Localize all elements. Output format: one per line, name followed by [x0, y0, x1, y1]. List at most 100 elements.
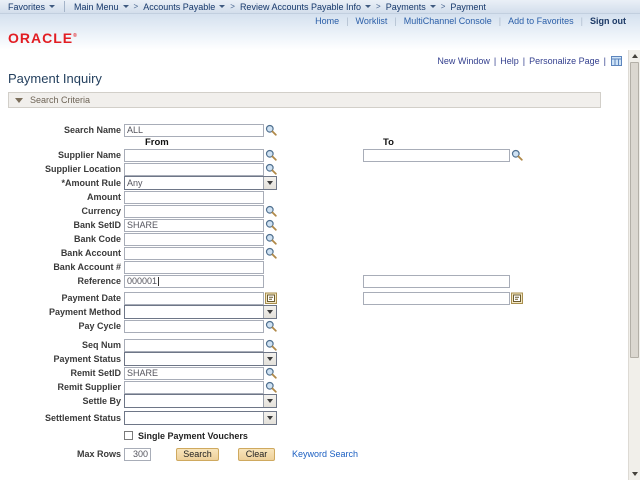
search-name-input[interactable]: ALL	[124, 124, 264, 137]
collapse-triangle-icon[interactable]	[15, 98, 23, 103]
scroll-up-button[interactable]	[629, 50, 640, 62]
bank-account-number-row: Bank Account #	[0, 260, 628, 274]
link-separator: |	[581, 16, 583, 26]
dropdown-arrow-icon[interactable]	[263, 306, 276, 318]
currency-lookup-icon[interactable]	[265, 205, 277, 217]
breadcrumb-item-payment[interactable]: Payment	[450, 2, 486, 12]
amount-rule-select[interactable]: Any	[124, 176, 277, 190]
breadcrumb-separator: >	[376, 2, 381, 11]
breadcrumb-item-review-ap-info[interactable]: Review Accounts Payable Info	[240, 2, 371, 12]
single-payment-vouchers-checkbox[interactable]	[124, 431, 133, 440]
dropdown-arrow-icon[interactable]	[263, 412, 276, 424]
bank-account-label: Bank Account	[0, 248, 124, 258]
seq-num-lookup-icon[interactable]	[265, 339, 277, 351]
copy-url-icon[interactable]	[611, 56, 622, 66]
settlement-status-select[interactable]	[124, 411, 277, 425]
currency-input[interactable]	[124, 205, 264, 218]
bank-setid-input[interactable]: SHARE	[124, 219, 264, 232]
max-rows-input[interactable]: 300	[124, 448, 151, 461]
pay-cycle-label: Pay Cycle	[0, 321, 124, 331]
currency-label: Currency	[0, 206, 124, 216]
search-criteria-section-header[interactable]: Search Criteria	[8, 92, 601, 108]
bank-account-input[interactable]	[124, 247, 264, 260]
bank-code-input[interactable]	[124, 233, 264, 246]
link-separator: |	[494, 56, 496, 66]
chevron-down-icon	[430, 5, 436, 8]
reference-row: Reference 000001	[0, 274, 628, 288]
bank-setid-lookup-icon[interactable]	[265, 219, 277, 231]
supplier-name-to-input[interactable]	[363, 149, 510, 162]
breadcrumb-item-payments[interactable]: Payments	[386, 2, 436, 12]
scroll-down-button[interactable]	[629, 468, 640, 480]
settle-by-select[interactable]	[124, 394, 277, 408]
settle-by-row: Settle By	[0, 394, 628, 408]
search-name-label: Search Name	[0, 125, 124, 135]
settlement-status-label: Settlement Status	[0, 413, 124, 423]
payment-inquiry-screen: Favorites Main Menu > Accounts Payable >…	[0, 0, 640, 480]
currency-row: Currency	[0, 204, 628, 218]
payment-date-to-calendar-icon[interactable]	[511, 292, 523, 304]
arrow-down-icon	[632, 472, 638, 476]
supplier-name-from-input[interactable]	[124, 149, 264, 162]
amount-input[interactable]	[124, 191, 264, 204]
payment-status-select[interactable]	[124, 352, 277, 366]
supplier-location-input[interactable]	[124, 163, 264, 176]
max-rows-label: Max Rows	[0, 449, 124, 459]
remit-supplier-input[interactable]	[124, 381, 264, 394]
vertical-scrollbar[interactable]	[628, 50, 640, 480]
bank-account-number-input[interactable]	[124, 261, 264, 274]
chevron-down-icon	[49, 5, 55, 8]
sign-out-link[interactable]: Sign out	[590, 16, 626, 26]
personalize-page-link[interactable]: Personalize Page	[529, 56, 600, 66]
trademark-mark: ®	[73, 33, 78, 39]
payment-date-calendar-icon[interactable]	[265, 292, 277, 304]
link-separator: |	[499, 16, 501, 26]
payment-date-label: Payment Date	[0, 293, 124, 303]
multichannel-console-link[interactable]: MultiChannel Console	[404, 16, 492, 26]
home-link[interactable]: Home	[315, 16, 339, 26]
remit-supplier-label: Remit Supplier	[0, 382, 124, 392]
breadcrumb-item-main-menu[interactable]: Main Menu	[74, 2, 129, 12]
payment-date-to-input[interactable]	[363, 292, 510, 305]
search-name-lookup-icon[interactable]	[265, 124, 277, 136]
pay-cycle-input[interactable]	[124, 320, 264, 333]
dropdown-arrow-icon[interactable]	[263, 353, 276, 365]
seq-num-input[interactable]	[124, 339, 264, 352]
dropdown-arrow-icon[interactable]	[263, 177, 276, 189]
breadcrumb-item-accounts-payable[interactable]: Accounts Payable	[143, 2, 225, 12]
arrow-up-icon	[632, 54, 638, 58]
settle-by-label: Settle By	[0, 396, 124, 406]
reference-to-input[interactable]	[363, 275, 510, 288]
dropdown-arrow-icon[interactable]	[263, 395, 276, 407]
search-button[interactable]: Search	[176, 448, 219, 461]
remit-setid-input[interactable]: SHARE	[124, 367, 264, 380]
link-separator: |	[523, 56, 525, 66]
supplier-name-lookup-icon[interactable]	[265, 149, 277, 161]
worklist-link[interactable]: Worklist	[356, 16, 388, 26]
pay-cycle-lookup-icon[interactable]	[265, 320, 277, 332]
header-links: Home | Worklist | MultiChannel Console |…	[308, 16, 626, 26]
add-to-favorites-link[interactable]: Add to Favorites	[508, 16, 574, 26]
payment-method-select[interactable]	[124, 305, 277, 319]
payment-method-label: Payment Method	[0, 307, 124, 317]
supplier-location-lookup-icon[interactable]	[265, 163, 277, 175]
keyword-search-link[interactable]: Keyword Search	[292, 449, 358, 459]
bank-account-number-label: Bank Account #	[0, 262, 124, 272]
breadcrumb-favorites-menu[interactable]: Favorites	[8, 2, 55, 12]
clear-button[interactable]: Clear	[238, 448, 275, 461]
search-name-row: Search Name ALL	[0, 123, 628, 137]
oracle-logo: ORACLE®	[8, 30, 78, 46]
remit-setid-lookup-icon[interactable]	[265, 367, 277, 379]
reference-from-input[interactable]: 000001	[124, 275, 264, 288]
new-window-link[interactable]: New Window	[437, 56, 490, 66]
remit-supplier-lookup-icon[interactable]	[265, 381, 277, 393]
help-link[interactable]: Help	[500, 56, 519, 66]
bank-account-lookup-icon[interactable]	[265, 247, 277, 259]
link-separator: |	[346, 16, 348, 26]
scrollbar-thumb[interactable]	[630, 62, 639, 358]
settlement-status-row: Settlement Status	[0, 411, 628, 425]
payment-date-from-input[interactable]	[124, 292, 264, 305]
supplier-location-row: Supplier Location	[0, 162, 628, 176]
supplier-name-to-lookup-icon[interactable]	[511, 149, 523, 161]
bank-code-lookup-icon[interactable]	[265, 233, 277, 245]
